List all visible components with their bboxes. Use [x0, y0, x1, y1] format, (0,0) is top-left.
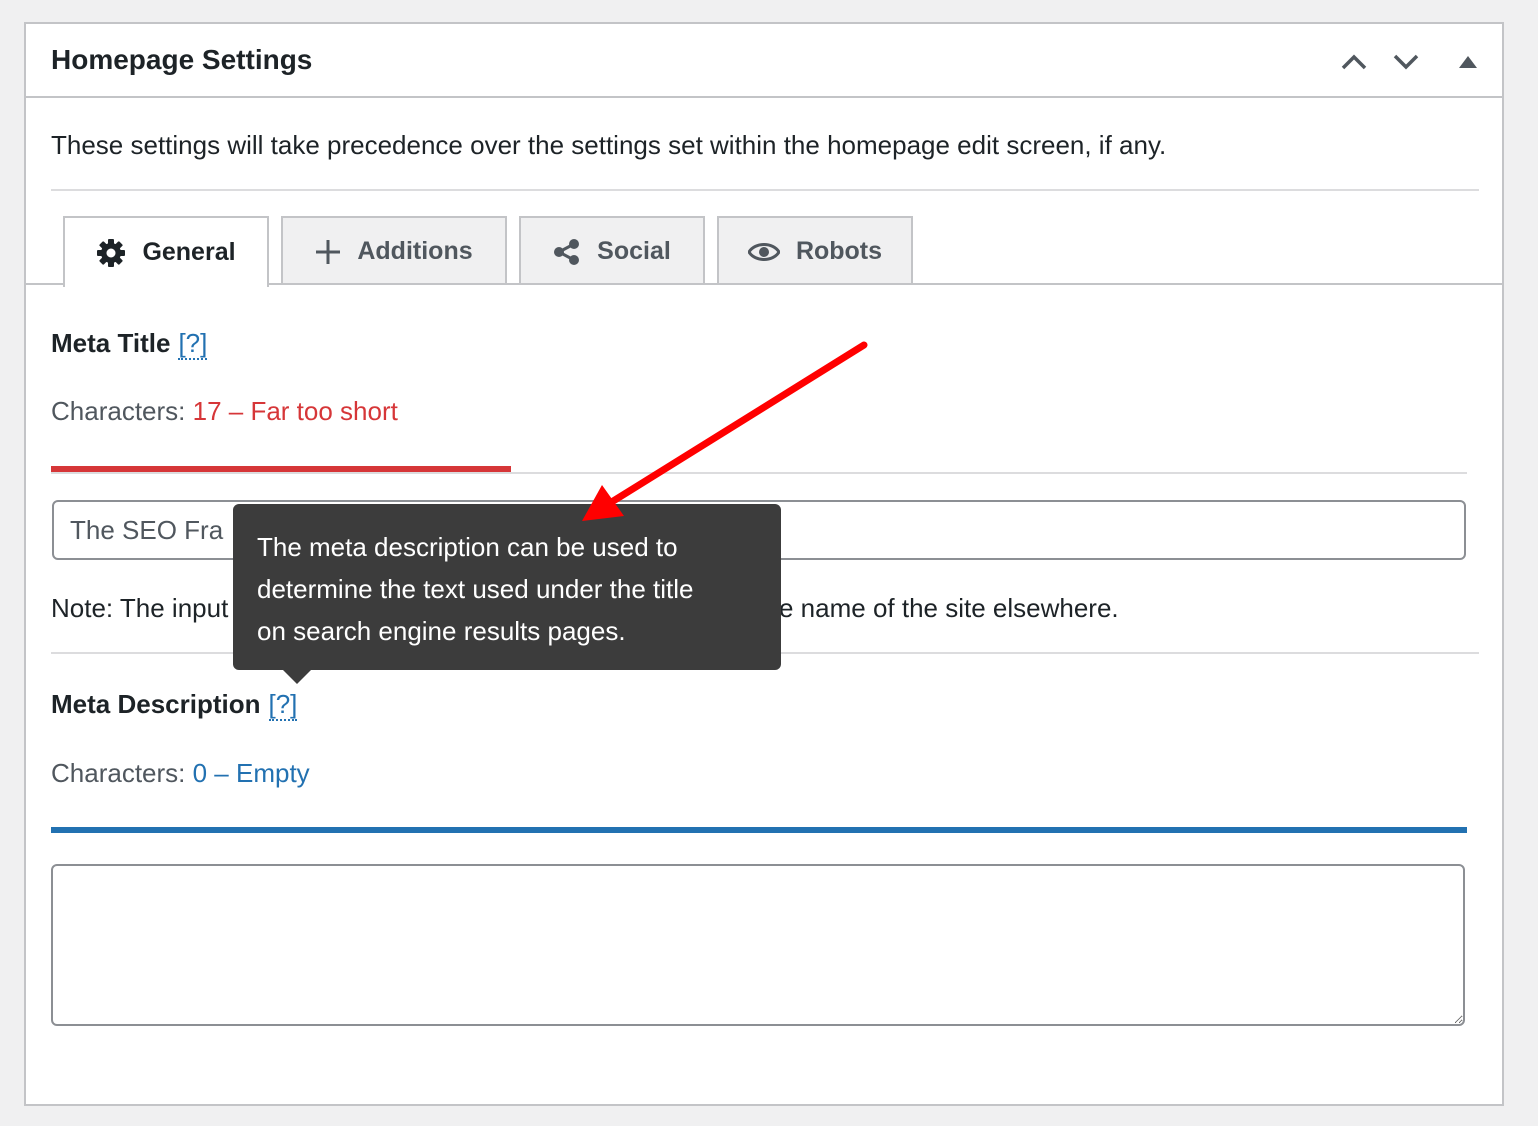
tooltip-line: determine the text used under the title	[257, 574, 694, 604]
meta-description-textarea[interactable]	[51, 864, 1465, 1026]
meta-title-pixel-track	[51, 472, 1467, 474]
move-up-button[interactable]	[1334, 44, 1374, 80]
eye-icon	[747, 242, 780, 261]
meta-title-counter-value: 17 – Far too short	[192, 396, 398, 426]
tab-social-label: Social	[597, 237, 671, 265]
gear-icon	[97, 238, 126, 267]
meta-title-pixel-bar	[51, 466, 511, 472]
tab-robots[interactable]: Robots	[717, 216, 913, 285]
tooltip-pointer	[283, 670, 311, 684]
meta-title-note-end: e name of the site elsewhere.	[779, 593, 1119, 623]
meta-description-counter-value: 0 – Empty	[192, 758, 310, 788]
tab-additions[interactable]: Additions	[281, 216, 507, 285]
panel-intro: These settings will take precedence over…	[51, 130, 1167, 160]
tab-robots-label: Robots	[795, 237, 883, 265]
move-down-button[interactable]	[1386, 44, 1426, 80]
tab-general[interactable]: General	[63, 216, 269, 287]
share-icon	[554, 238, 580, 265]
divider	[51, 189, 1479, 191]
meta-title-counter: Characters: 17 – Far too short	[51, 396, 398, 426]
toggle-panel-button[interactable]	[1448, 44, 1488, 80]
tab-general-label: General	[142, 238, 236, 266]
tooltip-line: on search engine results pages.	[257, 616, 626, 646]
meta-description-counter: Characters: 0 – Empty	[51, 758, 310, 788]
panel-title: Homepage Settings	[51, 44, 313, 75]
tab-additions-label: Additions	[357, 237, 473, 265]
meta-title-note-start: Note: The input	[51, 593, 229, 623]
tab-social[interactable]: Social	[519, 216, 705, 285]
meta-description-pixel-bar	[51, 827, 1467, 833]
chevron-up-icon	[1341, 54, 1367, 70]
tooltip-line: The meta description can be used to	[257, 532, 678, 562]
meta-title-help-link[interactable]: [?]	[178, 328, 208, 360]
panel-header: Homepage Settings	[26, 24, 1502, 98]
plus-icon	[316, 239, 341, 264]
help-tooltip: The meta description can be used to dete…	[233, 504, 781, 670]
meta-description-help-link[interactable]: [?]	[268, 689, 298, 721]
chevron-down-icon	[1393, 54, 1419, 70]
meta-description-label: Meta Description [?]	[51, 689, 298, 721]
meta-title-label: Meta Title [?]	[51, 328, 208, 360]
meta-title-note: Note: The input e name of the site elsewh…	[51, 593, 1119, 624]
triangle-up-icon	[1459, 56, 1477, 68]
